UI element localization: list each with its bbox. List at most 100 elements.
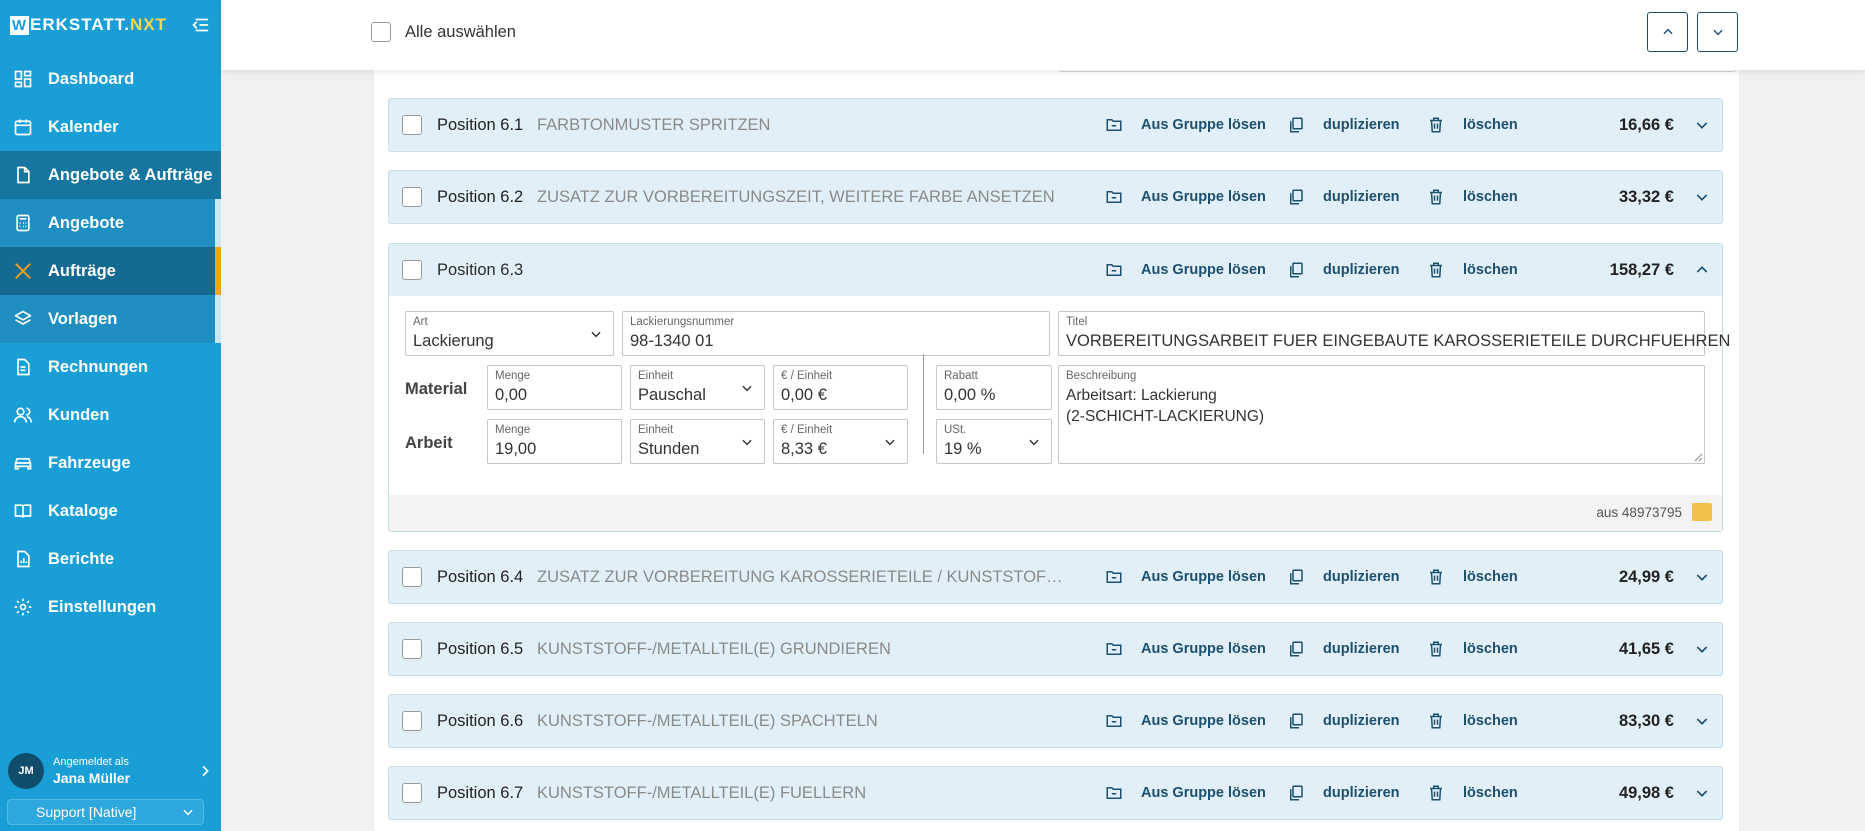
sidebar-item-kalender[interactable]: Kalender <box>0 103 221 151</box>
art-label: Art <box>413 316 428 328</box>
scroll-up-button[interactable] <box>1647 12 1688 52</box>
duplicate-button[interactable]: duplizieren <box>1287 261 1400 279</box>
chevron-down-icon[interactable] <box>1694 189 1710 205</box>
einheit-label: Einheit <box>638 424 674 436</box>
beschreibung-textarea[interactable]: Beschreibung Arbeitsart: Lackierung (2-S… <box>1058 365 1705 464</box>
sidebar-item-auftraege[interactable]: Aufträge <box>0 247 221 295</box>
chevron-down-icon[interactable] <box>1694 569 1710 585</box>
sidebar-item-kataloge[interactable]: Kataloge <box>0 487 221 535</box>
support-label: Support [Native] <box>36 804 137 820</box>
sidebar-item-kunden[interactable]: Kunden <box>0 391 221 439</box>
position-checkbox[interactable] <box>402 260 422 280</box>
position-row[interactable]: Position 6.3 Aus Gruppe lösen dupliziere… <box>389 244 1722 296</box>
delete-button[interactable]: löschen <box>1427 568 1518 586</box>
ungroup-button[interactable]: Aus Gruppe lösen <box>1105 188 1266 206</box>
delete-button[interactable]: löschen <box>1427 712 1518 730</box>
user-menu[interactable]: JM Angemeldet als Jana Müller <box>0 747 221 795</box>
lackierungsnummer-value: 98-1340 01 <box>630 332 714 350</box>
select-all-checkbox[interactable] <box>371 22 391 42</box>
sidebar-item-fahrzeuge[interactable]: Fahrzeuge <box>0 439 221 487</box>
sidebar-item-rechnungen[interactable]: Rechnungen <box>0 343 221 391</box>
customers-icon <box>13 407 33 423</box>
beschreibung-line: Arbeitsart: Lackierung <box>1066 387 1217 404</box>
select-all[interactable]: Alle auswählen <box>371 22 516 42</box>
position-row[interactable]: Position 6.1 FARBTONMUSTER SPRITZEN Aus … <box>388 98 1723 152</box>
chevron-down-icon[interactable] <box>1694 713 1710 729</box>
material-label: Material <box>405 380 468 398</box>
ungroup-button[interactable]: Aus Gruppe lösen <box>1105 568 1266 586</box>
arbeit-einheit-select[interactable]: Einheit Stunden <box>630 419 765 464</box>
lackierungsnummer-field[interactable]: Lackierungsnummer 98-1340 01 <box>622 311 1050 356</box>
material-preis-field[interactable]: € / Einheit 0,00 € <box>773 365 908 410</box>
duplicate-button[interactable]: duplizieren <box>1287 116 1400 134</box>
duplicate-button[interactable]: duplizieren <box>1287 712 1400 730</box>
position-checkbox[interactable] <box>402 711 422 731</box>
folder-minus-icon <box>1106 191 1122 203</box>
position-checkbox[interactable] <box>402 115 422 135</box>
material-menge-field[interactable]: Menge 0,00 <box>487 365 622 410</box>
ungroup-button[interactable]: Aus Gruppe lösen <box>1105 712 1266 730</box>
rabatt-value: 0,00 % <box>944 386 996 404</box>
position-checkbox[interactable] <box>402 639 422 659</box>
position-price: 49,98 € <box>1618 783 1674 802</box>
duplicate-button[interactable]: duplizieren <box>1287 640 1400 658</box>
chevron-down-icon <box>1712 29 1723 36</box>
position-checkbox[interactable] <box>402 783 422 803</box>
ungroup-button[interactable]: Aus Gruppe lösen <box>1105 116 1266 134</box>
ungroup-button[interactable]: Aus Gruppe lösen <box>1105 784 1266 802</box>
position-name: Position 6.5 <box>437 639 524 658</box>
invoice-icon <box>17 358 30 376</box>
sidebar-item-angebote-auftraege[interactable]: Angebote & Aufträge <box>0 151 221 199</box>
resize-handle-icon[interactable] <box>1693 452 1703 462</box>
delete-label: löschen <box>1463 117 1518 133</box>
delete-button[interactable]: löschen <box>1427 116 1518 134</box>
material-einheit-select[interactable]: Einheit Pauschal <box>630 365 765 410</box>
calculator-icon <box>16 214 30 232</box>
delete-button[interactable]: löschen <box>1427 784 1518 802</box>
position-price: 16,66 € <box>1618 115 1674 134</box>
arbeit-preis-value: 8,33 € <box>781 440 827 458</box>
duplicate-button[interactable]: duplizieren <box>1287 188 1400 206</box>
duplicate-button[interactable]: duplizieren <box>1287 568 1400 586</box>
chevron-down-icon[interactable] <box>1694 641 1710 657</box>
rabatt-field[interactable]: Rabatt 0,00 % <box>936 365 1052 410</box>
chevron-down-icon[interactable] <box>1694 117 1710 133</box>
titel-field[interactable]: Titel VORBEREITUNGSARBEIT FUER EINGEBAUT… <box>1058 311 1730 356</box>
delete-button[interactable]: löschen <box>1427 188 1518 206</box>
sidebar-item-berichte[interactable]: Berichte <box>0 535 221 583</box>
ungroup-button[interactable]: Aus Gruppe lösen <box>1105 261 1266 279</box>
lackierungsnummer-label: Lackierungsnummer <box>630 316 735 328</box>
delete-button[interactable]: löschen <box>1427 261 1518 279</box>
chevron-right-icon[interactable] <box>197 763 213 779</box>
sidebar-item-angebote[interactable]: Angebote <box>0 199 221 247</box>
ungroup-button[interactable]: Aus Gruppe lösen <box>1105 640 1266 658</box>
sidebar-item-vorlagen[interactable]: Vorlagen <box>0 295 221 343</box>
chevron-up-icon[interactable] <box>1694 262 1710 278</box>
position-row[interactable]: Position 6.5 KUNSTSTOFF-/METALLTEIL(E) G… <box>388 622 1723 676</box>
position-row[interactable]: Position 6.7 KUNSTSTOFF-/METALLTEIL(E) F… <box>388 766 1723 820</box>
scroll-down-button[interactable] <box>1697 12 1738 52</box>
catalog-source-icon[interactable] <box>1692 503 1712 521</box>
chevron-down-icon[interactable] <box>1694 785 1710 801</box>
delete-button[interactable]: löschen <box>1427 640 1518 658</box>
position-price: 83,30 € <box>1618 711 1674 730</box>
position-row[interactable]: Position 6.6 KUNSTSTOFF-/METALLTEIL(E) S… <box>388 694 1723 748</box>
ust-select[interactable]: USt. 19 % <box>936 419 1052 464</box>
app-logo[interactable]: W ERKSTATT. NXT <box>10 15 167 35</box>
support-select[interactable]: Support [Native] <box>7 799 204 825</box>
collapse-sidebar-icon[interactable] <box>189 14 211 36</box>
arbeit-menge-field[interactable]: Menge 19,00 <box>487 419 622 464</box>
arbeit-preis-select[interactable]: € / Einheit 8,33 € <box>773 419 908 464</box>
art-select[interactable]: Art Lackierung <box>405 311 614 356</box>
position-checkbox[interactable] <box>402 567 422 587</box>
position-name: Position 6.7 <box>437 783 524 802</box>
sidebar-item-einstellungen[interactable]: Einstellungen <box>0 583 221 631</box>
sidebar-item-dashboard[interactable]: Dashboard <box>0 55 221 103</box>
chevron-down-icon <box>742 439 752 446</box>
position-checkbox[interactable] <box>402 187 422 207</box>
position-price: 158,27 € <box>1609 260 1674 279</box>
position-row[interactable]: Position 6.4 ZUSATZ ZUR VORBEREITUNG KAR… <box>388 550 1723 604</box>
position-row[interactable]: Position 6.2 ZUSATZ ZUR VORBEREITUNGSZEI… <box>388 170 1723 224</box>
delete-label: löschen <box>1463 569 1518 585</box>
duplicate-button[interactable]: duplizieren <box>1287 784 1400 802</box>
